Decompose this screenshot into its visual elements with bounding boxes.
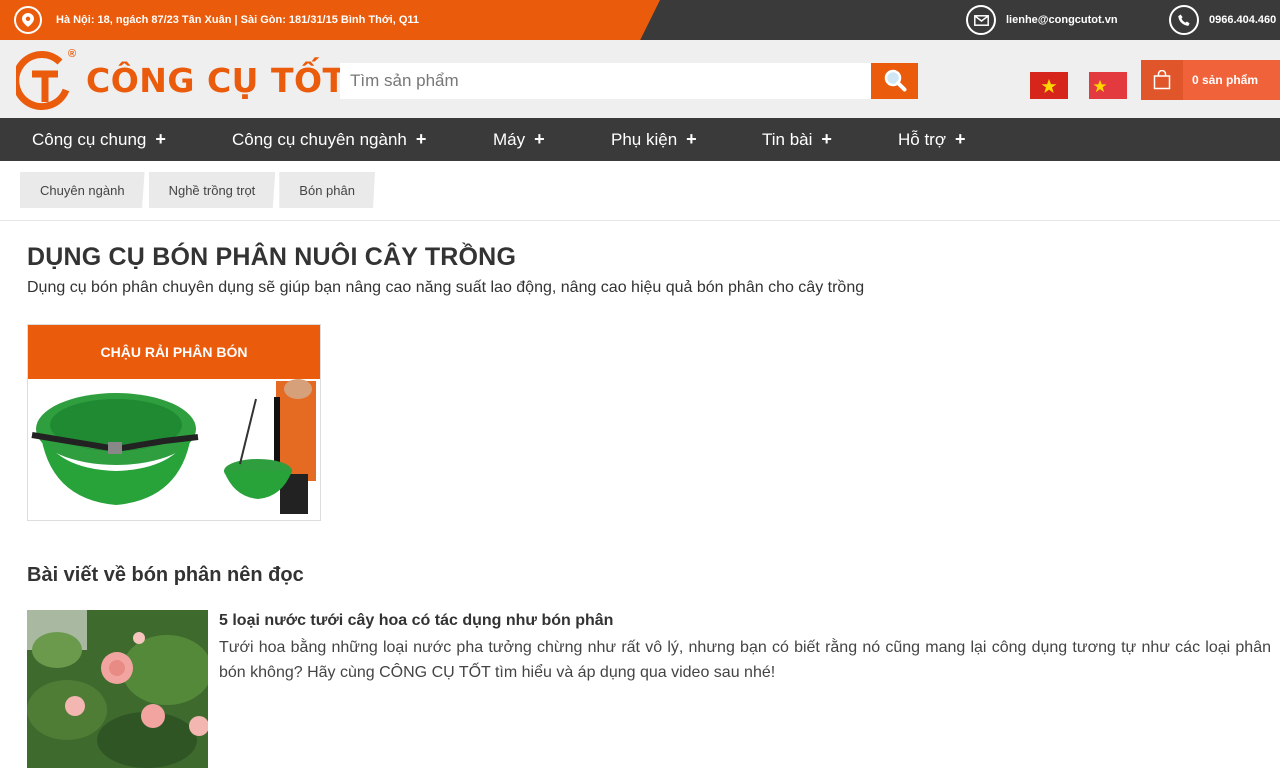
phone-text[interactable]: 0966.404.460 xyxy=(1209,14,1276,26)
nav-item-ho-tro[interactable]: Hỗ trợ + xyxy=(898,118,966,161)
phone-icon xyxy=(1169,5,1199,35)
logo-mark-icon: ® xyxy=(12,48,76,110)
envelope-icon xyxy=(966,5,996,35)
nav-item-cong-cu-chung[interactable]: Công cụ chung + xyxy=(32,118,166,161)
plus-icon: + xyxy=(955,129,966,149)
search-button[interactable] xyxy=(871,63,918,99)
email-contact[interactable]: lienhe@congcutot.vn xyxy=(966,5,1118,35)
nav-item-label: Phụ kiện xyxy=(611,129,678,149)
category-card-image[interactable] xyxy=(28,379,320,520)
page-description: Dụng cụ bón phân chuyên dụng sẽ giúp bạn… xyxy=(27,279,865,296)
nav-item-label: Máy xyxy=(493,129,526,149)
section-title: Bài viết về bón phân nên đọc xyxy=(27,564,304,586)
star-icon xyxy=(1041,78,1057,93)
breadcrumb-item[interactable]: Chuyên ngành xyxy=(20,172,145,208)
article-excerpt: Tưới hoa bằng những loại nước pha tưởng … xyxy=(219,639,1271,681)
nav-item-phu-kien[interactable]: Phụ kiện + xyxy=(611,118,697,161)
page-title: DỤNG CỤ BÓN PHÂN NUÔI CÂY TRỒNG xyxy=(27,243,517,271)
search-input[interactable] xyxy=(340,63,872,99)
breadcrumb-item[interactable]: Nghề trồng trọt xyxy=(148,172,276,208)
logo-text: CÔNG CỤ TỐT xyxy=(86,60,346,100)
divider xyxy=(0,220,1280,221)
category-card-title[interactable]: CHẬU RẢI PHÂN BÓN xyxy=(28,325,320,379)
vietnam-flag-button[interactable] xyxy=(1030,72,1068,99)
site-logo[interactable]: ® CÔNG CỤ TỐT xyxy=(12,48,346,110)
plus-icon: + xyxy=(534,129,545,149)
plus-icon: + xyxy=(821,129,832,149)
breadcrumb-item[interactable]: Bón phân xyxy=(279,172,375,208)
cart-count: 0 sản phẩm xyxy=(1192,73,1259,87)
shopping-bag-icon xyxy=(1141,60,1183,100)
nav-item-label: Tin bài xyxy=(762,129,813,149)
nav-item-cong-cu-chuyen-nganh[interactable]: Công cụ chuyên ngành + xyxy=(232,118,426,161)
category-card[interactable]: CHẬU RẢI PHÂN BÓN xyxy=(27,324,321,521)
article-thumbnail[interactable] xyxy=(27,610,208,768)
top-bar: Hà Nội: 18, ngách 87/23 Tân Xuân | Sài G… xyxy=(0,0,1280,40)
map-pin-icon xyxy=(14,6,42,34)
cart-button[interactable]: 0 sản phẩm xyxy=(1141,60,1280,100)
breadcrumb: Chuyên ngành Nghề trồng trọt Bón phân xyxy=(20,172,379,208)
china-flag-button[interactable] xyxy=(1089,72,1127,99)
address-info: Hà Nội: 18, ngách 87/23 Tân Xuân | Sài G… xyxy=(14,6,419,34)
nav-item-label: Công cụ chung xyxy=(32,129,147,149)
star-icon xyxy=(1093,79,1107,92)
main-nav: Công cụ chung + Công cụ chuyên ngành + M… xyxy=(0,118,1280,161)
phone-contact[interactable]: 0966.404.460 xyxy=(1169,5,1276,35)
article-title-link[interactable]: 5 loại nước tưới cây hoa có tác dụng như… xyxy=(219,612,613,630)
site-header: ® CÔNG CỤ TỐT 0 sản phẩm xyxy=(0,40,1280,118)
nav-item-label: Công cụ chuyên ngành xyxy=(232,129,407,149)
logo-registered-mark: ® xyxy=(68,48,77,60)
address-text: Hà Nội: 18, ngách 87/23 Tân Xuân | Sài G… xyxy=(56,14,420,26)
nav-item-may[interactable]: Máy + xyxy=(493,118,545,161)
nav-item-label: Hỗ trợ xyxy=(898,129,946,149)
email-text[interactable]: lienhe@congcutot.vn xyxy=(1006,14,1118,26)
search-icon xyxy=(883,68,907,95)
nav-item-tin-bai[interactable]: Tin bài + xyxy=(762,118,832,161)
plus-icon: + xyxy=(415,129,427,149)
plus-icon: + xyxy=(155,129,166,149)
plus-icon: + xyxy=(686,129,697,149)
